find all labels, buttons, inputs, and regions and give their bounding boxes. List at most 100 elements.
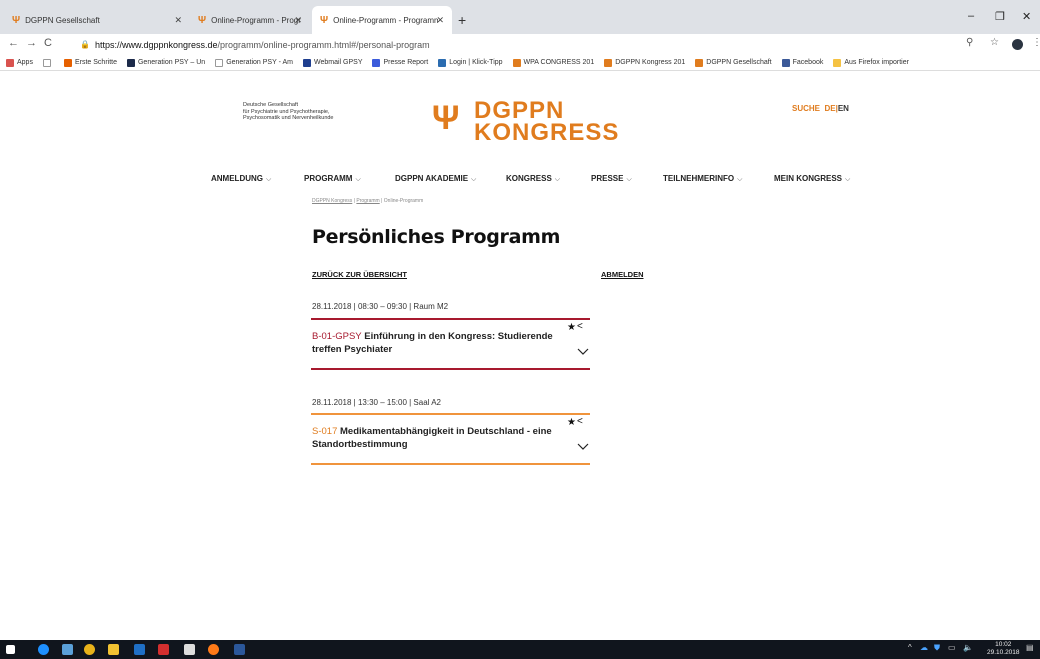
close-tab-icon[interactable]: ✕ xyxy=(174,15,182,26)
tray-network-icon[interactable]: ▭ xyxy=(948,643,956,652)
session-top-border xyxy=(311,318,590,320)
photos-icon[interactable] xyxy=(184,644,195,655)
bookmark-item[interactable]: Generation PSY - Am xyxy=(215,58,293,67)
chrome-icon[interactable] xyxy=(84,644,95,655)
chevron-down-icon[interactable] xyxy=(577,348,589,356)
menu-icon[interactable]: ⋮ xyxy=(1032,37,1040,48)
browser-tab-2[interactable]: Ψ Online-Programm - Programm - ✕ xyxy=(190,6,310,34)
chevron-down-icon[interactable] xyxy=(577,443,589,451)
nav-kongress[interactable]: KONGRESS ⌵ xyxy=(506,174,560,184)
notification-icon[interactable]: ▤ xyxy=(1026,643,1034,652)
bookmark-star-icon[interactable]: ☆ xyxy=(990,37,999,48)
nav-teilnehmerinfo[interactable]: TEILNEHMERINFO ⌵ xyxy=(663,174,742,184)
breadcrumb-dgppn-kongress[interactable]: DGPPN Kongress xyxy=(312,198,352,204)
edge-icon[interactable] xyxy=(38,644,49,655)
tab-label: DGPPN Gesellschaft xyxy=(25,15,100,25)
close-window-button[interactable]: ✕ xyxy=(1022,10,1031,23)
bookmark-item[interactable]: DGPPN Gesellschaft xyxy=(695,58,772,67)
top-links: SUCHE DE|EN xyxy=(792,104,849,113)
bookmark-item[interactable]: DGPPN Kongress 201 xyxy=(604,58,685,67)
session-card[interactable]: S-017 Medikamentabhängigkeit in Deutschl… xyxy=(311,413,590,465)
bookmark-favicon-icon xyxy=(438,58,447,67)
bookmark-item[interactable]: Apps xyxy=(6,58,33,67)
share-icon[interactable]: < xyxy=(577,321,583,332)
lang-de-link[interactable]: DE xyxy=(824,104,835,113)
search-link[interactable]: SUCHE xyxy=(792,104,820,113)
forward-arrow-icon[interactable]: → xyxy=(26,37,37,49)
zoom-icon[interactable]: ⚲ xyxy=(966,37,973,48)
bookmark-item[interactable]: Login | Klick-Tipp xyxy=(438,58,503,67)
bookmark-favicon-icon xyxy=(512,58,521,67)
chevron-down-icon: ⌵ xyxy=(554,176,561,183)
bookmark-item[interactable]: Erste Schritte xyxy=(63,58,117,67)
bookmark-favicon-icon xyxy=(302,58,311,67)
star-icon[interactable]: ★ xyxy=(567,417,576,428)
tray-volume-icon[interactable]: 🔈 xyxy=(963,643,973,652)
bookmark-item[interactable]: Facebook xyxy=(781,58,823,67)
session-top-border xyxy=(311,413,590,415)
browser-tab-1[interactable]: Ψ DGPPN Gesellschaft ✕ xyxy=(4,6,190,34)
word-icon[interactable] xyxy=(234,644,245,655)
app-icon[interactable] xyxy=(62,644,73,655)
bookmark-item[interactable]: Generation PSY – Un xyxy=(126,58,205,67)
main-navigation: ANMELDUNG ⌵ PROGRAMM ⌵ DGPPN AKADEMIE ⌵ KON… xyxy=(0,174,1040,188)
close-tab-icon[interactable]: ✕ xyxy=(436,15,444,26)
nav-presse[interactable]: PRESSE ⌵ xyxy=(591,174,632,184)
breadcrumb-online-programm: Online-Programm xyxy=(383,198,424,204)
tray-shield-icon[interactable]: ⛊ xyxy=(934,643,940,653)
back-to-overview-link[interactable]: ZURÜCK ZUR ÜBERSICHT xyxy=(312,270,407,279)
lang-en-link[interactable]: EN xyxy=(838,104,849,113)
tab-label: Online-Programm - Programm - xyxy=(211,15,301,25)
logout-link[interactable]: ABMELDEN xyxy=(601,270,644,279)
session-card[interactable]: B-01-GPSY Einführung in den Kongress: St… xyxy=(311,318,590,370)
bookmark-item[interactable] xyxy=(42,58,54,67)
address-bar: ← → C 🔒 https://www.dgppnkongress.de /pr… xyxy=(0,34,1040,55)
browser-tab-bar: Ψ DGPPN Gesellschaft ✕ Ψ Online-Programm… xyxy=(0,0,1040,34)
session-code: S-017 xyxy=(312,426,338,437)
nav-mein-kongress[interactable]: MEIN KONGRESS ⌵ xyxy=(774,174,850,184)
chevron-down-icon: ⌵ xyxy=(845,176,851,183)
nav-dgppn-akademie[interactable]: DGPPN AKADEMIE ⌵ xyxy=(395,174,476,184)
outlook-icon[interactable] xyxy=(134,644,145,655)
bookmark-favicon-icon xyxy=(833,58,842,67)
profile-avatar[interactable] xyxy=(1012,39,1023,50)
browser-tab-3-active[interactable]: Ψ Online-Programm - Programm - ✕ xyxy=(312,6,452,34)
session-title[interactable]: B-01-GPSY Einführung in den Kongress: St… xyxy=(312,330,557,356)
lock-icon: 🔒 xyxy=(80,40,90,49)
tray-chevron-up-icon[interactable]: ^ xyxy=(908,643,912,652)
star-icon[interactable]: ★ xyxy=(567,322,576,333)
bookmark-item[interactable]: Aus Firefox importier xyxy=(833,58,909,67)
nav-programm[interactable]: PROGRAMM ⌵ xyxy=(304,174,361,184)
close-tab-icon[interactable]: ✕ xyxy=(294,15,302,26)
url-path: /programm/online-programm.html#/personal… xyxy=(217,39,430,50)
minimize-button[interactable]: – xyxy=(968,10,974,22)
page-title: Persönliches Programm xyxy=(312,226,561,248)
tab-label: Online-Programm - Programm - xyxy=(333,15,439,25)
url-field[interactable]: 🔒 https://www.dgppnkongress.de /programm… xyxy=(80,36,980,53)
bookmark-item[interactable]: WPA CONGRESS 201 xyxy=(512,58,594,67)
new-tab-button[interactable]: + xyxy=(458,12,466,28)
reload-icon[interactable]: C xyxy=(44,37,52,49)
breadcrumb-programm[interactable]: Programm xyxy=(356,198,379,204)
maximize-button[interactable]: ❐ xyxy=(995,10,1005,23)
tray-cloud-icon[interactable]: ☁ xyxy=(920,643,928,652)
nav-anmeldung[interactable]: ANMELDUNG ⌵ xyxy=(211,174,271,184)
chevron-down-icon: ⌵ xyxy=(737,176,743,183)
bookmark-item[interactable]: Webmail GPSY xyxy=(302,58,362,67)
firefox-icon[interactable] xyxy=(208,644,219,655)
acrobat-icon[interactable] xyxy=(158,644,169,655)
bookmark-item[interactable]: Presse Report xyxy=(372,58,428,67)
psi-logo-icon: Ψ xyxy=(432,99,460,137)
site-header: Deutsche Gesellschaft für Psychiatrie un… xyxy=(0,72,1040,172)
back-arrow-icon[interactable]: ← xyxy=(8,37,19,49)
chevron-down-icon: ⌵ xyxy=(626,176,632,183)
chevron-down-icon: ⌵ xyxy=(266,176,272,183)
windows-start-icon[interactable] xyxy=(6,645,15,654)
breadcrumb: DGPPN Kongress | Programm | Online-Progr… xyxy=(312,198,424,204)
taskbar-clock[interactable]: 10:02 29.10.2018 xyxy=(987,641,1020,657)
session-meta: 28.11.2018 | 08:30 – 09:30 | Raum M2 xyxy=(312,302,449,311)
file-explorer-icon[interactable] xyxy=(108,644,119,655)
session-title[interactable]: S-017 Medikamentabhängigkeit in Deutschl… xyxy=(312,425,557,451)
share-icon[interactable]: < xyxy=(577,416,583,427)
session-meta: 28.11.2018 | 13:30 – 15:00 | Saal A2 xyxy=(312,398,442,407)
